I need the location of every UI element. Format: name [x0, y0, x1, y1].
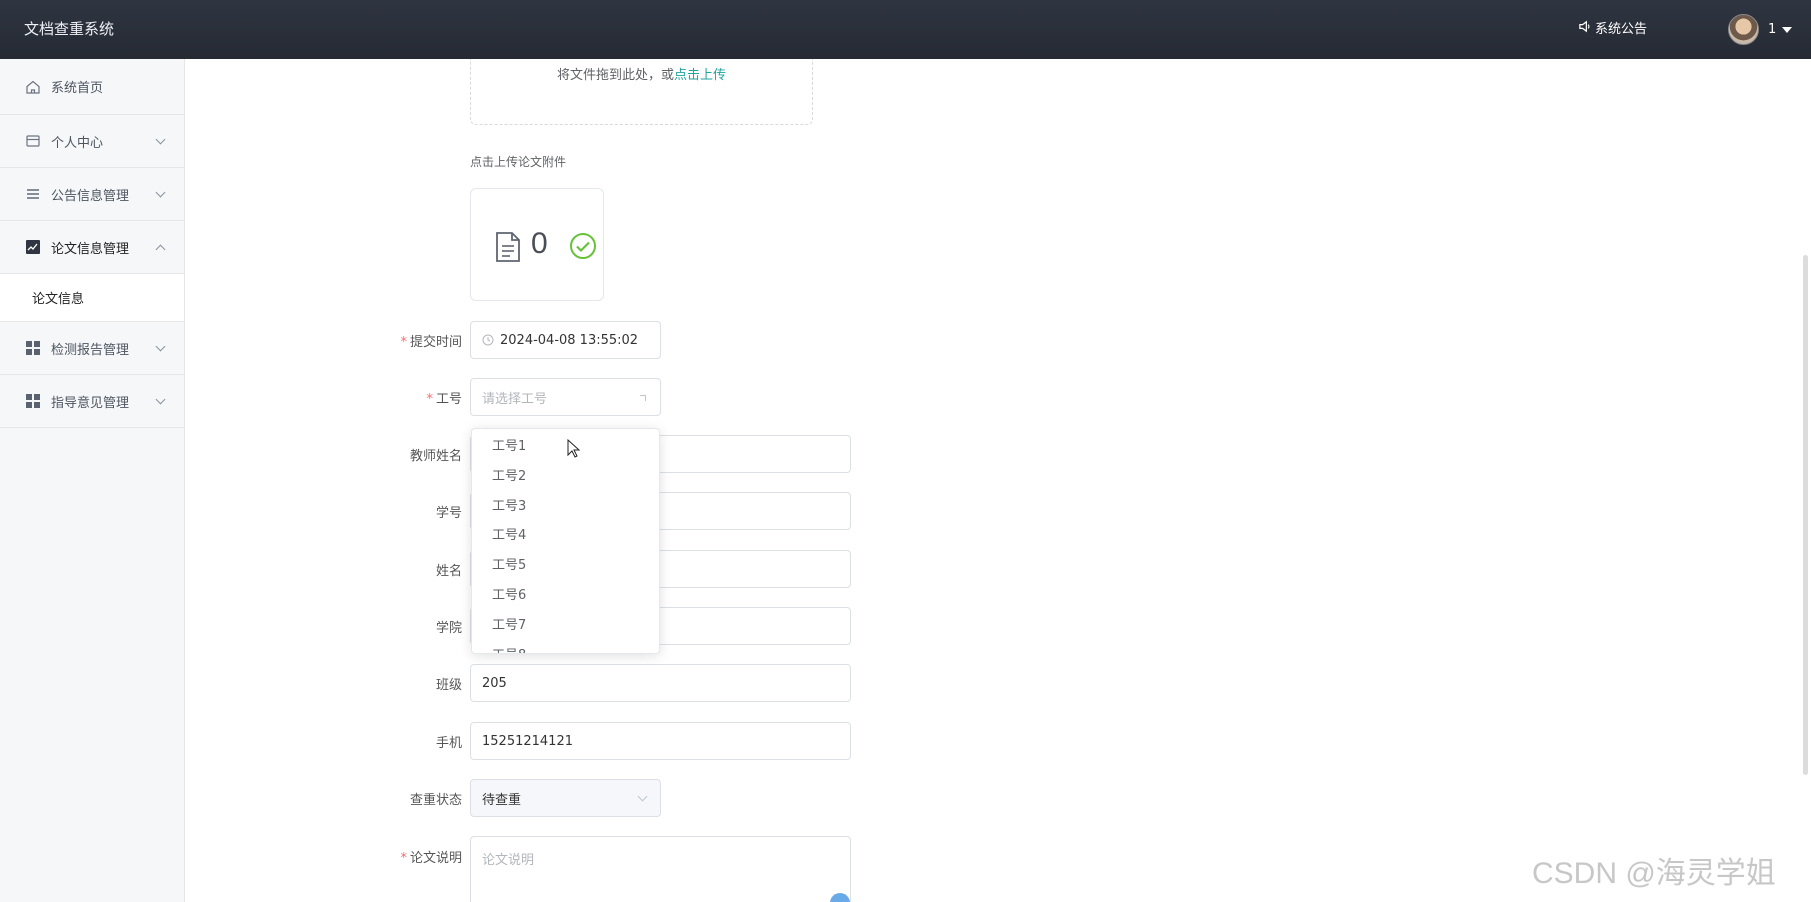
dropdown-option[interactable]: 工号6 [472, 581, 659, 611]
name-label: 姓名 [435, 564, 462, 579]
college-label: 学院 [435, 621, 462, 636]
phone-value: 15251214121 [482, 733, 573, 749]
submit-time-picker[interactable]: 2024-04-08 13:55:02 [470, 321, 661, 359]
check-status-value: 待查重 [482, 792, 522, 808]
speaker-icon [1578, 0, 1591, 59]
sidebar: 系统首页 个人中心 公告信息管理 论文信息管理 论文信息 检测报告管理 指导意见… [0, 59, 185, 902]
attachment-upload-tip: 点击上传论文附件 [470, 155, 567, 169]
upload-drop-zone[interactable]: 将文件拖到此处，或点击上传 [470, 59, 813, 125]
user-menu[interactable]: 1 [1768, 0, 1793, 59]
sidebar-item-notice-management[interactable]: 公告信息管理 [0, 168, 184, 221]
mouse-cursor-icon [567, 438, 581, 463]
watermark: CSDN @海灵学姐 [1532, 857, 1776, 890]
job-no-select[interactable]: 请选择工号 [470, 378, 661, 416]
sidebar-item-report-management[interactable]: 检测报告管理 [0, 322, 184, 375]
chevron-down-icon [155, 134, 166, 145]
chevron-down-icon [155, 341, 166, 352]
check-circle-icon [569, 232, 597, 264]
chevron-down-icon [155, 187, 166, 198]
dropdown-option[interactable]: 工号5 [472, 551, 659, 581]
class-value: 205 [482, 675, 507, 691]
sidebar-item-personal-center[interactable]: 个人中心 [0, 115, 184, 168]
phone-input[interactable]: 15251214121 [470, 722, 851, 760]
avatar[interactable] [1728, 14, 1759, 45]
submit-time-label: * 提交时间 [400, 335, 462, 350]
chart-icon [24, 238, 42, 256]
dropdown-option[interactable]: 工号3 [472, 492, 659, 522]
sidebar-item-paper-management[interactable]: 论文信息管理 [0, 221, 184, 274]
dropdown-option[interactable]: 工号2 [472, 462, 659, 492]
clock-icon [482, 334, 494, 346]
description-textarea[interactable]: 论文说明 [470, 836, 851, 902]
job-no-placeholder: 请选择工号 [482, 391, 548, 407]
dropdown-option[interactable]: 工号1 [472, 432, 659, 462]
sidebar-item-label: 检测报告管理 [51, 342, 130, 358]
upload-link[interactable]: 点击上传 [674, 68, 726, 83]
chevron-down-icon [155, 394, 166, 405]
page-scrollbar[interactable] [1803, 255, 1808, 775]
sidebar-subitem-paper-info[interactable]: 论文信息 [0, 274, 184, 322]
top-header: 文档查重系统 系统公告 1 [0, 0, 1811, 59]
sidebar-item-label: 系统首页 [51, 81, 104, 96]
description-placeholder: 论文说明 [482, 853, 535, 868]
app-title: 文档查重系统 [24, 20, 115, 38]
sidebar-item-home[interactable]: 系统首页 [0, 59, 184, 115]
user-name: 1 [1768, 22, 1777, 37]
home-icon [24, 78, 42, 96]
student-no-label: 学号 [435, 506, 462, 521]
sidebar-item-label: 公告信息管理 [51, 188, 130, 204]
job-no-dropdown: 工号1 工号2 工号3 工号4 工号5 工号6 工号7 工号8 [471, 428, 660, 654]
chevron-down-icon [637, 791, 648, 802]
dropdown-option[interactable]: 工号7 [472, 611, 659, 641]
attachment-count: 0 [531, 227, 548, 260]
sidebar-subitem-label: 论文信息 [32, 292, 85, 307]
sidebar-item-guidance-management[interactable]: 指导意见管理 [0, 375, 184, 428]
sidebar-item-label: 指导意见管理 [51, 395, 130, 411]
description-label: * 论文说明 [400, 851, 462, 866]
check-status-select[interactable]: 待查重 [470, 779, 661, 817]
dropdown-option[interactable]: 工号8 [472, 641, 659, 653]
system-notice-label: 系统公告 [1595, 22, 1648, 37]
class-input[interactable]: 205 [470, 664, 851, 702]
grid-icon [24, 339, 42, 357]
class-label: 班级 [435, 678, 462, 693]
grid-icon [24, 392, 42, 410]
attachment-file-card[interactable]: 0 [470, 188, 604, 301]
sidebar-item-label: 个人中心 [51, 135, 104, 151]
chevron-up-icon [640, 395, 646, 401]
sidebar-item-label: 论文信息管理 [51, 241, 130, 257]
phone-label: 手机 [435, 736, 462, 751]
caret-down-icon [1782, 26, 1793, 33]
teacher-name-label: 教师姓名 [409, 449, 462, 464]
job-no-label: * 工号 [426, 392, 462, 407]
card-icon [24, 132, 42, 150]
check-status-label: 查重状态 [409, 793, 462, 808]
system-notice-button[interactable]: 系统公告 [1578, 0, 1647, 59]
document-icon [495, 232, 521, 266]
list-icon [24, 185, 42, 203]
upload-drag-text: 将文件拖到此处，或 [556, 68, 674, 83]
dropdown-option[interactable]: 工号4 [472, 521, 659, 551]
submit-time-value: 2024-04-08 13:55:02 [500, 332, 639, 348]
chevron-up-icon [155, 244, 166, 255]
